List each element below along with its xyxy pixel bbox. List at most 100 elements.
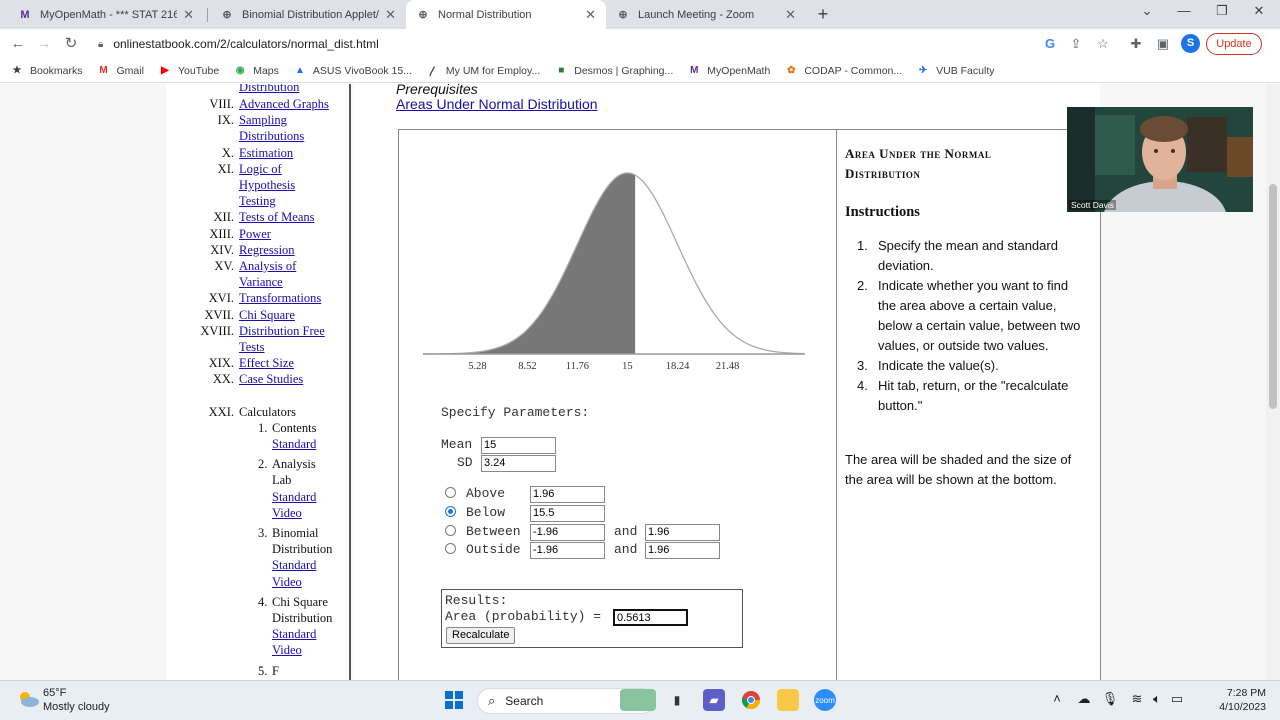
toc-link[interactable]: Logic of [239,161,349,177]
toc-number: XXI. [208,404,234,419]
toc-link[interactable]: Transformations [239,290,349,306]
tab-strip: M MyOpenMath - *** STAT 216 ON... ✕ ⊕ Bi… [0,0,1280,29]
toc-link[interactable]: Hypothesis [239,177,349,193]
toc-link[interactable]: Testing [239,193,349,209]
close-tab-icon[interactable]: ✕ [785,7,796,23]
file-explorer-icon[interactable] [777,689,799,711]
minimize-icon[interactable]: — [1173,3,1195,18]
bookmark-desmos[interactable]: ■ Desmos | Graphing... [554,64,673,78]
bookmark-myopenmath[interactable]: M MyOpenMath [687,64,770,78]
bookmark-star[interactable]: ★ Bookmarks [10,64,83,78]
scrollbar-thumb[interactable] [1269,184,1277,409]
tab-normal-distribution[interactable]: ⊕ Normal Distribution ✕ [406,0,606,29]
page-scrollbar[interactable] [1266,84,1280,680]
calculator-link-standard[interactable]: Standard [272,626,316,642]
webcam-video: Scott Davis [1067,107,1253,212]
toc-link[interactable]: Variance [239,274,349,290]
above-value-input[interactable]: 1.96 [530,486,605,503]
bookmark-asus[interactable]: ▲ ASUS VivoBook 15... [293,64,412,78]
tab-search-icon[interactable]: ⌄ [1136,3,1158,19]
toc-link[interactable]: Case Studies [239,371,349,387]
share-icon[interactable]: ⇪ [1067,35,1085,53]
back-icon[interactable]: ← [8,34,28,54]
onedrive-icon[interactable]: ☁ [1075,691,1093,707]
close-window-icon[interactable]: ✕ [1248,3,1270,19]
radio-below[interactable] [445,506,456,517]
task-view-icon[interactable]: ▮ [666,689,688,711]
zoom-app-icon[interactable]: zoom [814,689,836,711]
forward-icon[interactable]: → [34,34,54,54]
tab-myopenmath[interactable]: M MyOpenMath - *** STAT 216 ON... ✕ [8,0,204,29]
bookmark-gmail[interactable]: M Gmail [97,64,144,78]
calculator-link-video[interactable]: Video [272,574,302,590]
normal-distribution-applet: 5.28 8.52 11.76 15 18.24 21.48 Specify Parame… [398,129,838,680]
toc-link[interactable]: Sampling [239,112,349,128]
toc-link[interactable]: Tests [239,339,349,355]
between-second-value-input[interactable]: 1.96 [645,524,720,541]
area-result-field[interactable]: 0.5613 [613,609,688,626]
radio-between[interactable] [445,525,456,536]
windows-start-icon[interactable] [443,689,465,711]
bookmark-youtube[interactable]: ▶ YouTube [158,64,219,78]
calculator-link-standard[interactable]: Standard [272,489,316,505]
bookmark-vub[interactable]: ✈ VUB Faculty [916,64,995,78]
windows-taskbar: 65°F Mostly cloudy ⌕ Search ▮ ▰ zoom ˄ ☁… [0,680,1280,720]
restore-icon[interactable]: ❐ [1211,3,1233,19]
cloudy-weather-icon[interactable] [16,689,40,709]
between-value-input[interactable]: -1.96 [530,524,605,541]
mean-input[interactable]: 15 [481,437,556,454]
sd-input[interactable]: 3.24 [481,455,556,472]
calculator-link-standard[interactable]: Standard [272,436,316,452]
prerequisite-link[interactable]: Areas Under Normal Distribution [396,96,598,112]
reload-icon[interactable]: ↻ [61,34,81,54]
calculator-link-video[interactable]: Video [272,642,302,658]
calculator-link-video[interactable]: Video [272,505,302,521]
address-bar[interactable]: 🔒︎ onlinestatbook.com/2/calculators/norm… [90,32,1120,56]
google-lens-icon[interactable]: G [1041,35,1059,53]
below-value-input[interactable]: 15.5 [530,505,605,522]
calculator-link-standard[interactable]: Standard [272,557,316,573]
new-tab-button[interactable]: + [813,4,833,24]
toc-link[interactable]: Regression [239,242,349,258]
profile-avatar[interactable]: S [1181,34,1200,53]
close-tab-icon[interactable]: ✕ [183,7,194,23]
outside-second-value-input[interactable]: 1.96 [645,542,720,559]
update-button[interactable]: Update [1206,33,1262,55]
chrome-icon[interactable] [740,689,762,711]
calculator-number: 1. [258,420,268,435]
toc-link[interactable]: Analysis of [239,258,349,274]
outside-value-input[interactable]: -1.96 [530,542,605,559]
bookmark-um[interactable]: 〳 My UM for Employ... [426,64,540,79]
battery-icon[interactable]: ▭ [1168,691,1186,707]
close-tab-icon[interactable]: ✕ [585,7,596,23]
radio-above[interactable] [445,487,456,498]
toc-link[interactable]: Effect Size [239,355,349,371]
close-tab-icon[interactable]: ✕ [385,7,396,23]
speaker-muted-icon[interactable]: 🔈︎ [1148,691,1166,707]
side-panel-icon[interactable]: ▣ [1154,35,1172,53]
tab-zoom[interactable]: ⊕ Launch Meeting - Zoom ✕ [606,0,806,29]
recalculate-button[interactable]: Recalculate [446,627,516,644]
show-hidden-icons-icon[interactable]: ˄ [1048,691,1066,706]
toc-link[interactable]: Advanced Graphs [239,96,349,112]
bookmark-codap[interactable]: ✿ CODAP - Common... [784,64,902,78]
wifi-icon[interactable]: ≋ [1128,691,1146,707]
clock-time[interactable]: 7:28 PM [1198,687,1266,699]
bookmark-label: CODAP - Common... [804,64,903,77]
radio-outside[interactable] [445,543,456,554]
toc-link-fragment[interactable]: Distribution [239,84,349,95]
bookmark-maps[interactable]: ◉ Maps [233,64,279,78]
bookmark-star-icon[interactable]: ☆ [1094,35,1112,53]
toc-link[interactable]: Power [239,226,349,242]
teams-chat-icon[interactable]: ▰ [703,689,725,711]
toc-link[interactable]: Distributions [239,128,349,144]
toc-link[interactable]: Estimation [239,145,349,161]
microphone-icon[interactable]: 🎙︎ [1101,691,1119,707]
search-highlight-icon[interactable] [620,689,656,711]
toc-link[interactable]: Distribution Free [239,323,349,339]
toc-link[interactable]: Chi Square [239,307,349,323]
toc-link[interactable]: Tests of Means [239,209,349,225]
clock-date[interactable]: 4/10/2023 [1198,701,1266,713]
tab-binomial[interactable]: ⊕ Binomial Distribution Applet/Cal ✕ [210,0,406,29]
extensions-icon[interactable]: ✚ [1127,35,1145,53]
